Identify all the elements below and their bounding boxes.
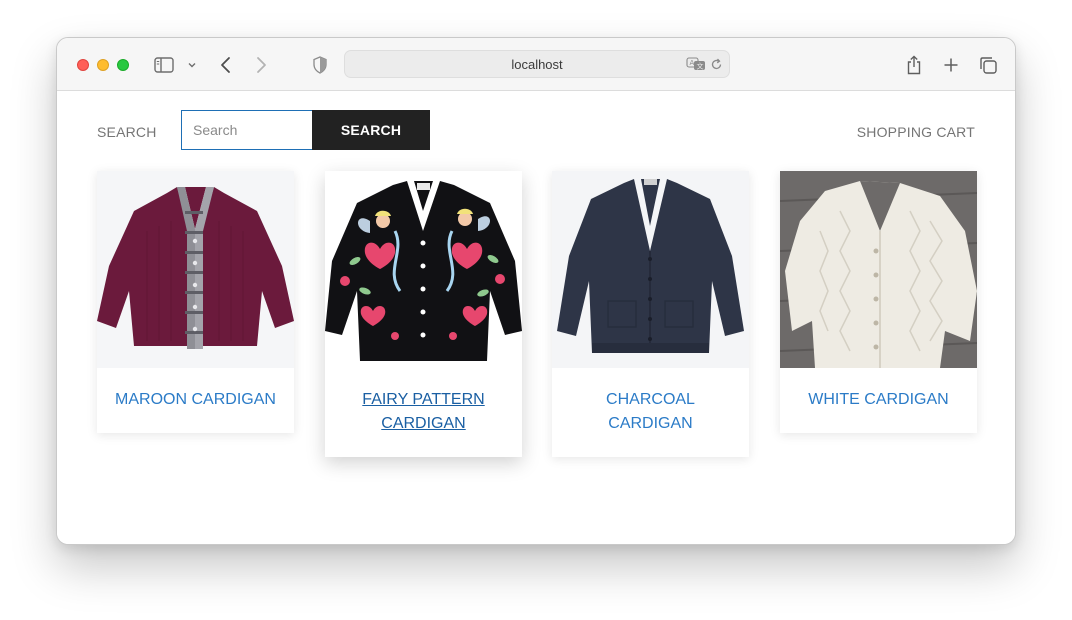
reload-icon[interactable] bbox=[710, 58, 723, 76]
product-card-white-cardigan[interactable]: White Cardigan bbox=[780, 171, 977, 433]
browser-window: localhost A文 SEARCH SEARCH SHOPPING CART bbox=[56, 37, 1016, 545]
product-image-maroon-cardigan[interactable] bbox=[97, 171, 294, 368]
search-input[interactable] bbox=[181, 110, 312, 150]
search-label: SEARCH bbox=[97, 124, 157, 140]
product-card-charcoal-cardigan[interactable]: Charcoal Cardigan bbox=[552, 171, 749, 457]
product-title-link[interactable]: Charcoal Cardigan bbox=[552, 368, 749, 436]
plus-icon[interactable] bbox=[940, 54, 962, 76]
browser-toolbar: localhost A文 bbox=[57, 38, 1015, 91]
page-content: SEARCH SEARCH SHOPPING CART bbox=[57, 91, 1015, 544]
svg-text:A: A bbox=[690, 59, 695, 67]
product-title-link[interactable]: Fairy Pattern Cardigan bbox=[325, 368, 522, 436]
product-card-maroon-cardigan[interactable]: Maroon Cardigan bbox=[97, 171, 294, 433]
product-title-link[interactable]: Maroon Cardigan bbox=[97, 368, 294, 412]
address-bar[interactable]: localhost A文 bbox=[344, 50, 730, 78]
shopping-cart-link[interactable]: SHOPPING CART bbox=[857, 124, 975, 140]
minimize-window-button[interactable] bbox=[97, 59, 109, 71]
tabs-icon[interactable] bbox=[977, 54, 999, 76]
product-title-link[interactable]: White Cardigan bbox=[780, 368, 977, 412]
translate-icon[interactable]: A文 bbox=[686, 57, 706, 76]
product-image-charcoal-cardigan[interactable] bbox=[552, 171, 749, 368]
address-url: localhost bbox=[511, 56, 563, 72]
search-button[interactable]: SEARCH bbox=[312, 110, 430, 150]
shield-icon[interactable] bbox=[309, 54, 331, 76]
back-icon[interactable] bbox=[215, 54, 237, 76]
close-window-button[interactable] bbox=[77, 59, 89, 71]
forward-icon[interactable] bbox=[250, 54, 272, 76]
product-card-fairy-pattern-cardigan[interactable]: Fairy Pattern Cardigan bbox=[325, 171, 522, 457]
product-image-white-cardigan[interactable] bbox=[780, 171, 977, 368]
product-image-fairy-pattern-cardigan[interactable] bbox=[325, 171, 522, 368]
zoom-window-button[interactable] bbox=[117, 59, 129, 71]
svg-text:文: 文 bbox=[697, 61, 704, 70]
sidebar-icon[interactable] bbox=[153, 54, 175, 76]
chevron-down-icon[interactable] bbox=[181, 54, 203, 76]
share-icon[interactable] bbox=[903, 54, 925, 76]
